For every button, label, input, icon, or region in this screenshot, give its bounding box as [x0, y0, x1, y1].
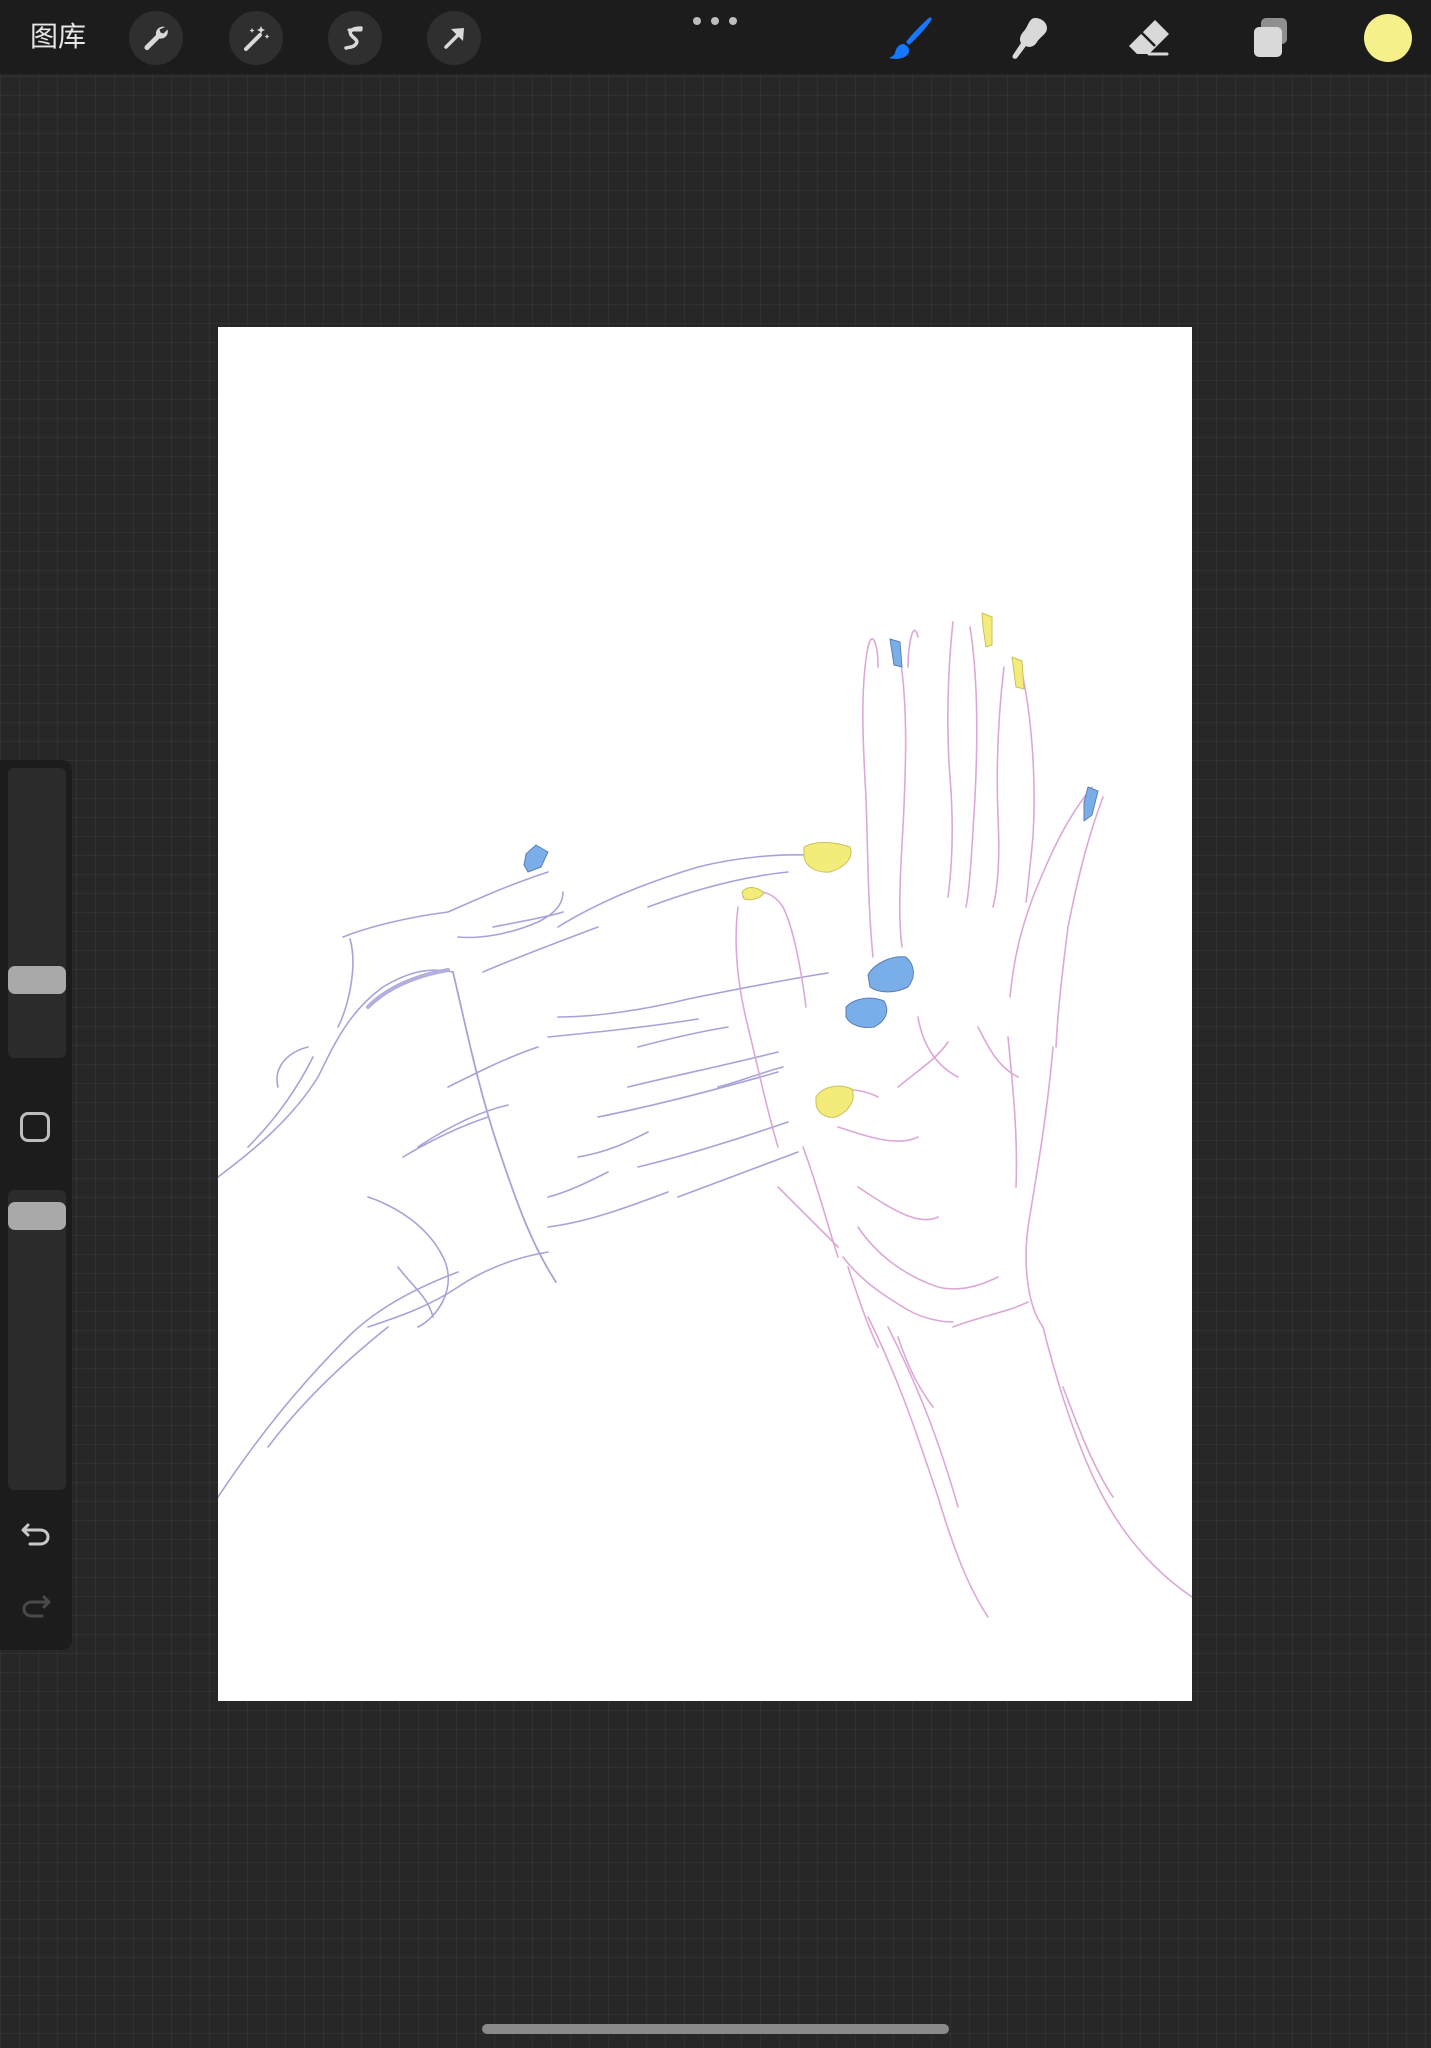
nail-yellow: [803, 842, 852, 873]
hand-sketch-artwork: [218, 612, 1192, 1618]
nail-blue: [889, 638, 903, 668]
nail-blue: [523, 844, 549, 873]
nail-yellow: [815, 1085, 854, 1118]
color-picker-button[interactable]: [1364, 14, 1412, 62]
right-hand-sketch: [735, 621, 1192, 1618]
smudge-tool-button[interactable]: [1001, 10, 1057, 66]
brush-size-thumb[interactable]: [8, 966, 66, 994]
undo-icon: [21, 1523, 50, 1546]
dot-icon: [711, 17, 719, 25]
selection-button[interactable]: [328, 11, 382, 65]
selection-s-icon: [344, 26, 363, 50]
transform-button[interactable]: [427, 11, 481, 65]
redo-icon: [22, 1595, 51, 1618]
drawing-canvas[interactable]: [218, 327, 1192, 1701]
nails: [523, 612, 1099, 1118]
dot-icon: [693, 17, 701, 25]
eraser-icon: [1129, 20, 1169, 56]
magic-wand-icon: [244, 26, 270, 51]
erase-tool-button[interactable]: [1121, 10, 1177, 66]
modify-square-icon[interactable]: [20, 1112, 50, 1142]
nail-blue: [867, 956, 914, 993]
top-toolbar: 图库: [0, 0, 1431, 74]
redo-button[interactable]: [18, 1588, 54, 1624]
procreate-app: 图库: [0, 0, 1431, 2048]
nail-blue: [845, 997, 888, 1028]
opacity-thumb[interactable]: [8, 1202, 66, 1230]
adjustments-button[interactable]: [229, 11, 283, 65]
smudge-icon: [1012, 18, 1047, 59]
brush-size-slider[interactable]: [8, 768, 66, 1058]
dot-icon: [729, 17, 737, 25]
undo-button[interactable]: [18, 1516, 54, 1552]
home-indicator[interactable]: [482, 2024, 949, 2034]
nail-yellow: [1011, 656, 1025, 690]
opacity-slider[interactable]: [8, 1190, 66, 1490]
paint-tool-button[interactable]: [882, 10, 938, 66]
more-options-button[interactable]: [693, 12, 737, 30]
actions-button[interactable]: [129, 11, 183, 65]
brush-icon: [889, 17, 932, 59]
nail-yellow: [981, 612, 993, 648]
layers-icon: [1254, 18, 1287, 57]
left-sidebar: [0, 760, 72, 1650]
gallery-button[interactable]: 图库: [30, 18, 86, 56]
arrow-cursor-icon: [444, 28, 464, 49]
wrench-icon: [144, 26, 168, 50]
nail-yellow: [741, 887, 765, 901]
layers-button[interactable]: [1242, 10, 1298, 66]
